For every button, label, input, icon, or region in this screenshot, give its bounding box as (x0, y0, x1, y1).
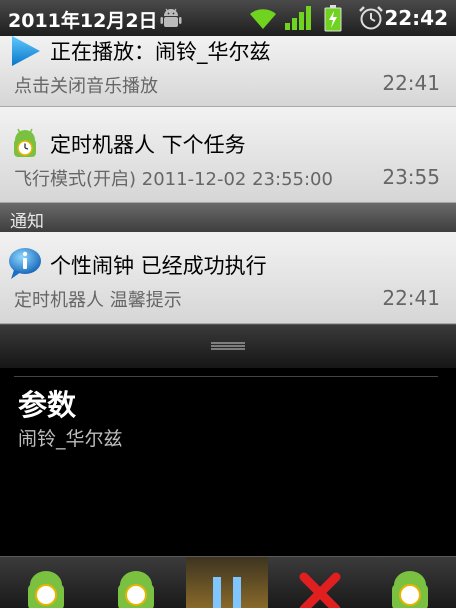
pause-button[interactable] (186, 557, 268, 608)
android-debug-icon (160, 8, 182, 27)
play-icon (12, 36, 40, 66)
notification-subtitle: 飞行模式(开启) 2011-12-02 23:55:00 (14, 169, 333, 190)
robot-clock-icon (118, 571, 154, 608)
alarm-clock-icon (359, 6, 383, 30)
notifications-section-header: 通知 (0, 203, 456, 232)
bottom-action-bar (0, 556, 456, 608)
parameter-value: 闹铃_华尔兹 (18, 428, 123, 450)
robot-clock-button-3[interactable] (382, 557, 438, 608)
wifi-icon (250, 9, 276, 29)
notification-title: 个性闹钟 已经成功执行 (50, 254, 267, 278)
notification-time: 22:41 (382, 71, 440, 95)
notification-subtitle: 定时机器人 温馨提示 (14, 290, 182, 311)
notification-title: 正在播放：闹铃_华尔兹 (50, 40, 271, 64)
battery-charging-icon (324, 5, 342, 32)
robot-clock-button[interactable] (18, 557, 74, 608)
notification-alarm-executed[interactable]: 个性闹钟 已经成功执行 定时机器人 温馨提示 22:41 (0, 232, 456, 324)
notification-time: 22:41 (382, 286, 440, 310)
signal-icon (285, 6, 311, 30)
notification-next-task[interactable]: 定时机器人 下个任务 飞行模式(开启) 2011-12-02 23:55:00 … (0, 107, 456, 203)
close-icon (299, 572, 341, 608)
robot-clock-button-2[interactable] (108, 557, 164, 608)
notification-music-playing[interactable]: 正在播放：闹铃_华尔兹 点击关闭音乐播放 22:41 (0, 36, 456, 107)
robot-clock-icon (14, 128, 36, 157)
status-bar: 2011年12月2日 22:42 (0, 0, 456, 36)
divider (14, 376, 438, 377)
robot-clock-icon (28, 571, 64, 608)
parameter-heading: 参数 (18, 388, 77, 422)
grip-icon (211, 342, 245, 350)
robot-clock-icon (392, 571, 428, 608)
pause-icon (213, 577, 241, 608)
status-time: 22:42 (384, 6, 448, 30)
notification-title: 定时机器人 下个任务 (50, 133, 246, 157)
clipped-text-fragment (0, 362, 456, 372)
status-date: 2011年12月2日 (8, 10, 158, 32)
info-bubble-icon (9, 248, 41, 279)
notification-time: 23:55 (382, 165, 440, 189)
notification-subtitle: 点击关闭音乐播放 (14, 76, 158, 97)
close-button[interactable] (292, 557, 348, 608)
